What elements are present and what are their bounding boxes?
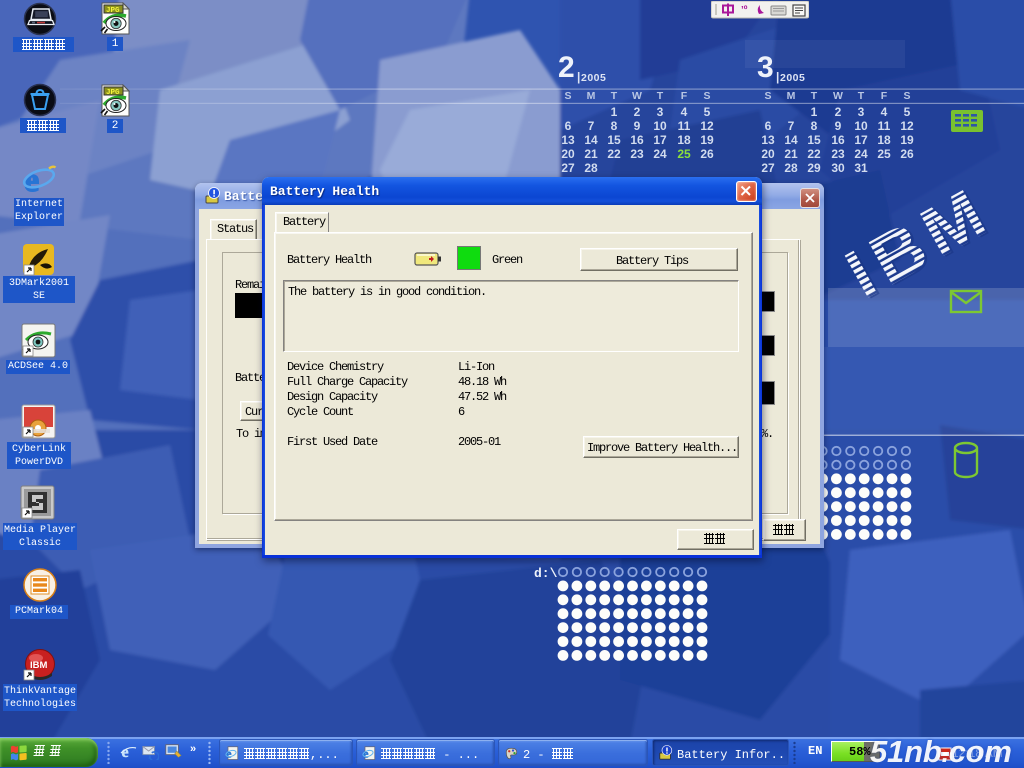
svg-text:IBM: IBM xyxy=(30,660,48,671)
svg-text:’º: ’º xyxy=(741,5,748,16)
svg-text:e: e xyxy=(363,747,369,761)
svg-text:e: e xyxy=(226,747,232,761)
